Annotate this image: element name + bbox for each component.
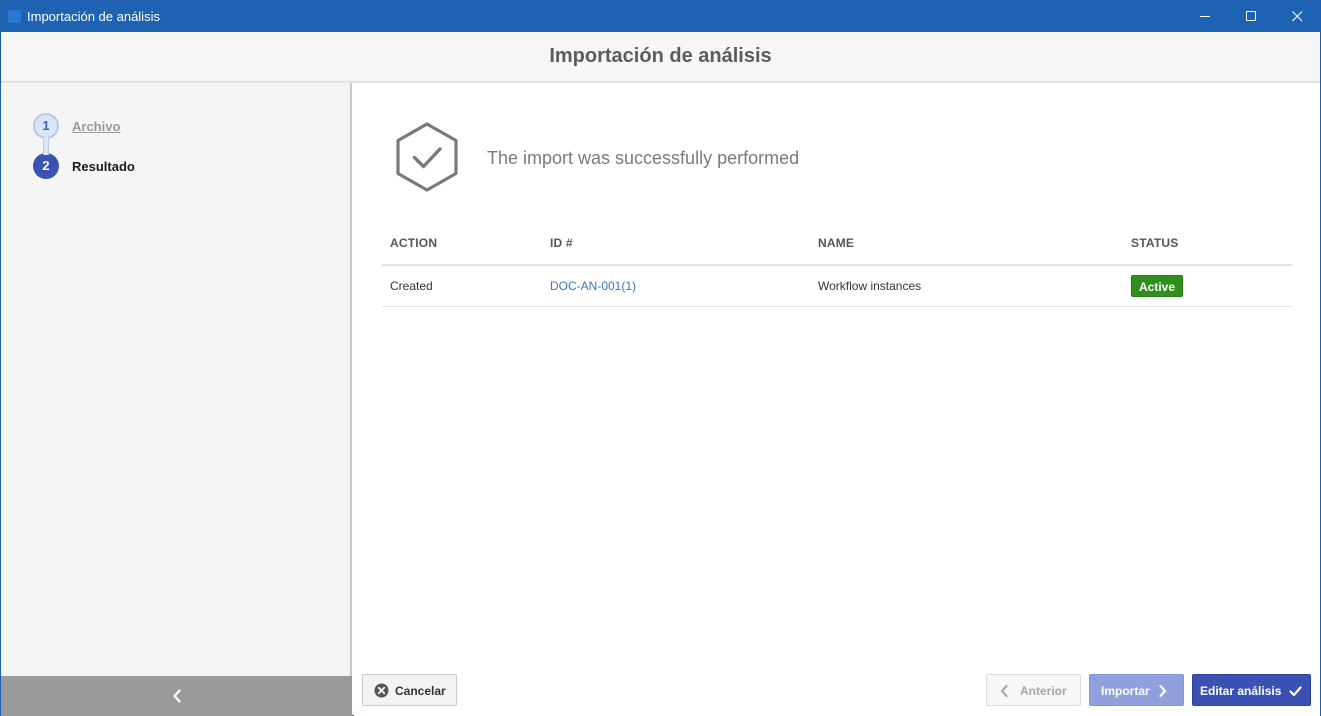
status-badge: Active [1131, 274, 1184, 297]
page-header: Importación de análisis [1, 32, 1320, 82]
previous-label: Anterior [1020, 684, 1067, 698]
collapse-sidebar-button[interactable] [1, 676, 352, 716]
step-label: Resultado [72, 159, 135, 174]
import-button[interactable]: Importar [1089, 674, 1184, 706]
chevron-right-icon [1159, 685, 1167, 697]
table-row: Created DOC-AN-001(1) Workflow instances… [382, 265, 1292, 307]
window-title: Importación de análisis [27, 9, 160, 24]
success-message: The import was successfully performed [487, 148, 800, 168]
close-circle-icon [374, 683, 389, 698]
import-analysis-window: Importación de análisis Importación de a… [0, 0, 1321, 716]
results-table: ACTION ID # NAME STATUS Created DOC-AN-0… [382, 221, 1292, 307]
column-header-action[interactable]: ACTION [382, 221, 542, 266]
check-icon [1289, 686, 1302, 697]
column-header-name[interactable]: NAME [810, 221, 1123, 266]
step-number: 1 [33, 113, 59, 139]
result-panel: The import was successfully performed AC… [354, 83, 1320, 716]
cell-status: Active [1123, 265, 1292, 307]
minimize-icon [1200, 16, 1210, 17]
document-id-link[interactable]: DOC-AN-001(1) [550, 279, 636, 293]
import-label: Importar [1101, 684, 1150, 698]
cancel-button[interactable]: Cancelar [362, 674, 457, 706]
edit-analysis-label: Editar análisis [1200, 684, 1282, 698]
maximize-button[interactable] [1228, 1, 1274, 32]
page-title: Importación de análisis [549, 45, 772, 67]
column-header-id[interactable]: ID # [542, 221, 810, 266]
title-bar: Importación de análisis [1, 1, 1320, 32]
step-connector [43, 137, 49, 155]
cell-name: Workflow instances [810, 265, 1123, 307]
cell-id: DOC-AN-001(1) [542, 265, 810, 307]
column-header-status[interactable]: STATUS [1123, 221, 1292, 266]
step-number: 2 [33, 153, 59, 179]
previous-button[interactable]: Anterior [986, 674, 1081, 706]
chevron-left-icon [173, 689, 181, 703]
minimize-button[interactable] [1182, 1, 1228, 32]
wizard-sidebar: 1 Archivo 2 Resultado [1, 83, 352, 716]
step-label[interactable]: Archivo [72, 119, 120, 134]
close-icon [1292, 11, 1303, 22]
table-header-row: ACTION ID # NAME STATUS [382, 221, 1292, 266]
cell-action: Created [382, 265, 542, 307]
edit-analysis-button[interactable]: Editar análisis [1192, 674, 1311, 706]
app-icon [8, 10, 21, 23]
chevron-left-icon [1000, 685, 1008, 697]
close-button[interactable] [1274, 1, 1320, 32]
maximize-icon [1246, 11, 1256, 21]
hexagon-check-icon [396, 122, 458, 192]
cancel-label: Cancelar [395, 684, 446, 698]
